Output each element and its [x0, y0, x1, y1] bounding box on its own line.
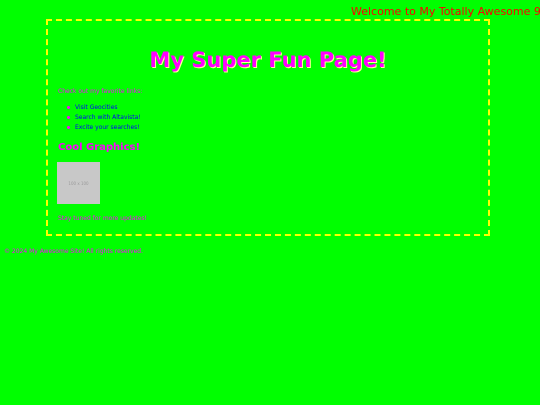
- link-visit-geocities[interactable]: Visit Geocities: [65, 103, 141, 113]
- graphic-placeholder-image: 100 x 100: [57, 162, 100, 204]
- link-visit-geocities-label: Visit Geocities: [75, 104, 118, 111]
- link-excite-searches-label: Excite your searches!: [75, 124, 140, 131]
- page-title: My Super Fun Page!: [149, 48, 387, 72]
- updates-message: Stay tuned for more updates!: [58, 215, 147, 222]
- link-search-altavista-label: Search with Altavista!: [75, 114, 141, 121]
- favorite-links-list: Visit Geocities Search with Altavista! E…: [65, 103, 141, 133]
- cool-graphics-heading: Cool Graphics!: [58, 142, 141, 153]
- welcome-marquee-text: Welcome to My Totally Awesome 90s W: [351, 5, 540, 18]
- welcome-marquee: Welcome to My Totally Awesome 90s W: [351, 4, 540, 20]
- graphic-placeholder-label: 100 x 100: [68, 180, 89, 186]
- link-search-altavista[interactable]: Search with Altavista!: [65, 113, 141, 123]
- main-content-box: My Super Fun Page! Check out my favorite…: [46, 19, 490, 236]
- footer-copyright: © 2024 My Awesome Site! All rights reser…: [4, 248, 143, 255]
- favorite-links-intro: Check out my favorite links:: [58, 88, 143, 95]
- link-excite-searches[interactable]: Excite your searches!: [65, 123, 141, 133]
